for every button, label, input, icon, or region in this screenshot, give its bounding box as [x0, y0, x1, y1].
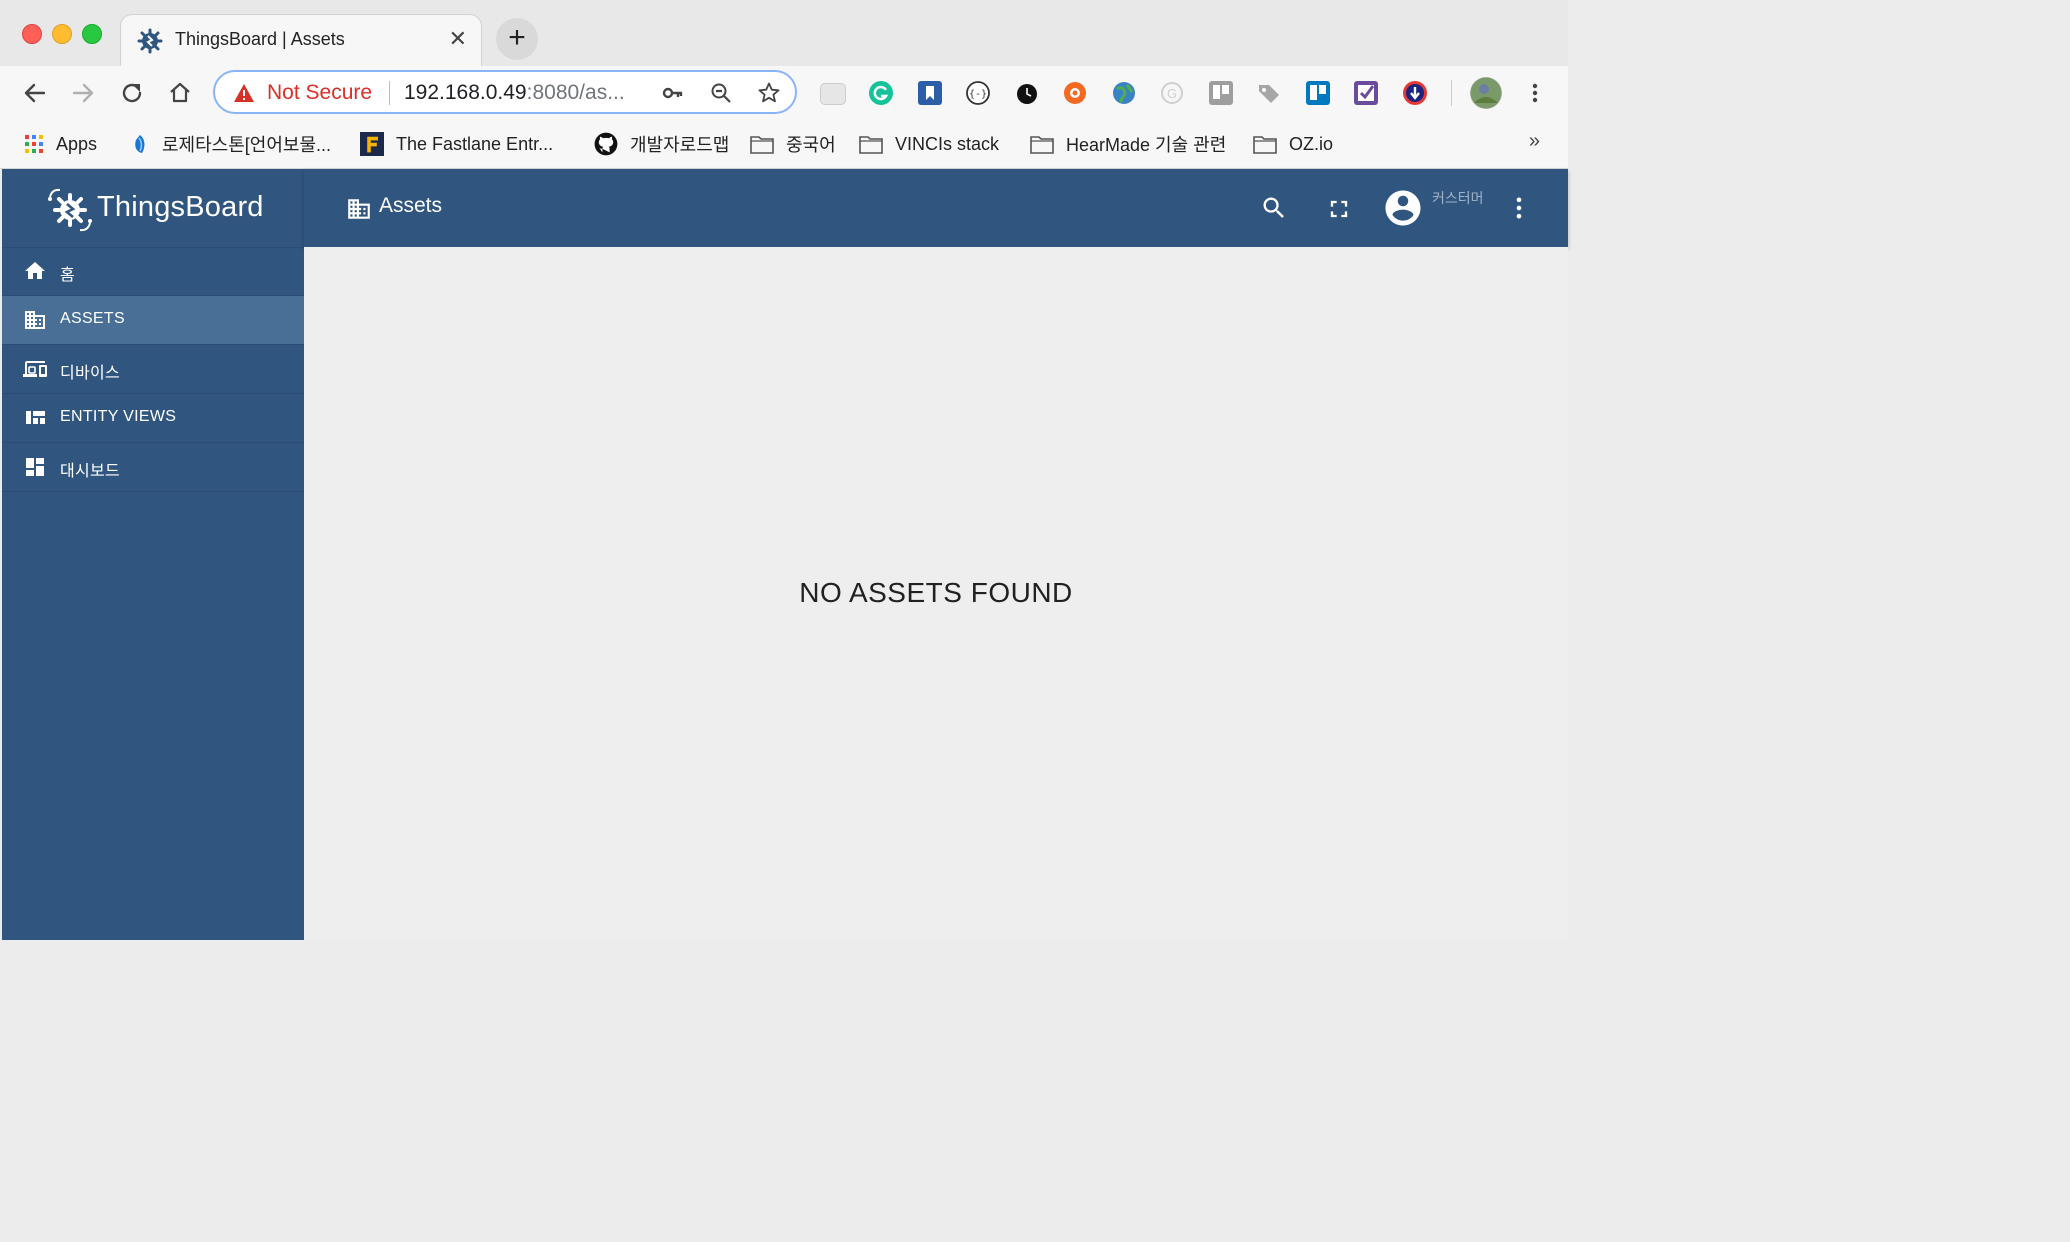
globe-extension-icon[interactable]	[1111, 80, 1137, 106]
main-content: NO ASSETS FOUND	[304, 247, 1568, 940]
github-icon	[594, 132, 618, 156]
account-circle-icon[interactable]	[1382, 187, 1424, 229]
bookmark-rosetta[interactable]: 로제타스톤[언어보물...	[130, 131, 331, 157]
sidebar-item-label: 디바이스	[60, 365, 121, 382]
home-icon[interactable]	[165, 78, 195, 108]
sidebar-item-label: ENTITY VIEWS	[60, 408, 177, 425]
sidebar-item-devices[interactable]: 디바이스	[2, 345, 304, 394]
rosetta-stone-icon	[135, 135, 145, 153]
bookmark-fastlane[interactable]: The Fastlane Entr...	[360, 131, 553, 157]
sidebar-item-label: 홈	[60, 267, 76, 284]
url-text[interactable]: 192.168.0.49:8080/as...	[404, 81, 654, 105]
domain-icon	[348, 199, 370, 219]
warning-icon	[234, 84, 254, 102]
grammar-g-icon[interactable]: G	[1159, 80, 1185, 106]
new-tab-button[interactable]: +	[496, 18, 538, 60]
omnibox-divider	[389, 81, 390, 105]
svg-text:G: G	[1167, 86, 1177, 101]
sidebar-item-assets[interactable]: ASSETS	[2, 296, 304, 345]
folder-icon	[859, 136, 883, 154]
dashboard-icon	[26, 458, 44, 476]
grammarly-icon[interactable]	[868, 80, 894, 106]
user-name[interactable]: 커스터머	[1432, 188, 1484, 208]
sidebar-item-dashboards[interactable]: 대시보드	[2, 443, 304, 492]
key-icon[interactable]	[661, 81, 685, 105]
svg-text:{-}: {-}	[969, 89, 987, 100]
bookmarks-bar: Apps 로제타스톤[언어보물... The Fastlane Entr... …	[0, 120, 1568, 169]
download-extension-icon[interactable]	[1402, 80, 1428, 106]
sidebar: ThingsBoard 홈 ASSETS 디바이스 ENTITY VIEWS 대…	[2, 169, 304, 940]
tag-icon[interactable]	[1256, 80, 1282, 106]
brand-name: ThingsBoard	[97, 191, 264, 223]
minimize-window-button[interactable]	[52, 24, 72, 44]
thingsboard-logo-icon	[48, 188, 92, 232]
extension-icon-1[interactable]	[820, 83, 846, 105]
sidebar-item-entity-views[interactable]: ENTITY VIEWS	[2, 394, 304, 443]
bookmark-extension-icon[interactable]	[917, 80, 943, 106]
sidebar-item-home[interactable]: 홈	[2, 247, 304, 296]
view-quilt-icon	[26, 411, 45, 424]
forward-arrow-icon[interactable]	[68, 78, 98, 108]
toolbar-divider	[1451, 80, 1452, 106]
sidebar-menu: 홈 ASSETS 디바이스 ENTITY VIEWS 대시보드	[2, 247, 304, 492]
dev-extension-icon[interactable]: {-}	[965, 80, 991, 106]
bookmark-apps[interactable]: Apps	[24, 131, 97, 157]
profile-avatar[interactable]	[1470, 77, 1502, 109]
apps-grid-icon	[25, 135, 43, 153]
security-status[interactable]: Not Secure	[267, 81, 372, 105]
domain-icon	[25, 311, 45, 329]
fullscreen-icon[interactable]	[1325, 195, 1353, 223]
sidebar-item-label: 대시보드	[60, 463, 121, 480]
home-icon	[25, 262, 45, 279]
devices-icon	[23, 361, 47, 377]
zoom-window-button[interactable]	[82, 24, 102, 44]
bookmark-folder-chinese[interactable]: 중국어	[750, 131, 836, 157]
tab-strip: ThingsBoard | Assets ✕ +	[0, 0, 1568, 66]
app-header: Assets 커스터머	[304, 169, 1568, 247]
bookmark-folder-hearmade[interactable]: HearMade 기술 관련	[1030, 131, 1226, 157]
zoom-out-icon[interactable]	[709, 81, 733, 105]
sidebar-item-label: ASSETS	[60, 310, 125, 327]
thingsboard-favicon-icon	[137, 28, 163, 54]
reload-icon[interactable]	[117, 78, 147, 108]
chrome-menu-icon[interactable]	[1522, 80, 1548, 106]
browser-toolbar: Not Secure 192.168.0.49:8080/as... {-} G	[0, 66, 1568, 120]
trello-icon[interactable]	[1305, 80, 1331, 106]
tab-close-icon[interactable]: ✕	[449, 27, 467, 51]
brand-header[interactable]: ThingsBoard	[2, 169, 304, 248]
back-arrow-icon[interactable]	[20, 78, 50, 108]
folder-icon	[1030, 136, 1054, 154]
browser-window: ThingsBoard | Assets ✕ + Not Secure 192.…	[0, 0, 1568, 942]
address-bar[interactable]: Not Secure 192.168.0.49:8080/as...	[213, 70, 797, 114]
tab-title: ThingsBoard | Assets	[175, 29, 345, 49]
folder-icon	[1253, 136, 1277, 154]
page-title: Assets	[379, 194, 443, 217]
bookmark-folder-oz[interactable]: OZ.io	[1253, 131, 1333, 157]
fastlane-icon	[360, 132, 384, 156]
bookmarks-overflow-icon[interactable]: »	[1529, 130, 1540, 153]
empty-state-message: NO ASSETS FOUND	[799, 577, 1073, 608]
folder-icon	[750, 136, 774, 154]
search-icon[interactable]	[1260, 194, 1288, 222]
lifebuoy-icon[interactable]	[1062, 80, 1088, 106]
clock-extension-icon[interactable]	[1014, 80, 1040, 106]
bookmark-folder-vincis[interactable]: VINCIs stack	[859, 131, 999, 157]
browser-tab[interactable]: ThingsBoard | Assets ✕	[120, 14, 482, 66]
bookmark-star-icon[interactable]	[757, 81, 781, 105]
checklist-extension-icon[interactable]	[1353, 80, 1379, 106]
bookmark-dev-roadmap[interactable]: 개발자로드맵	[594, 131, 729, 157]
more-vert-icon[interactable]	[1505, 194, 1533, 222]
thingsboard-app: ThingsBoard 홈 ASSETS 디바이스 ENTITY VIEWS 대…	[2, 169, 1568, 940]
close-window-button[interactable]	[22, 24, 42, 44]
trello-grey-icon[interactable]	[1208, 80, 1234, 106]
